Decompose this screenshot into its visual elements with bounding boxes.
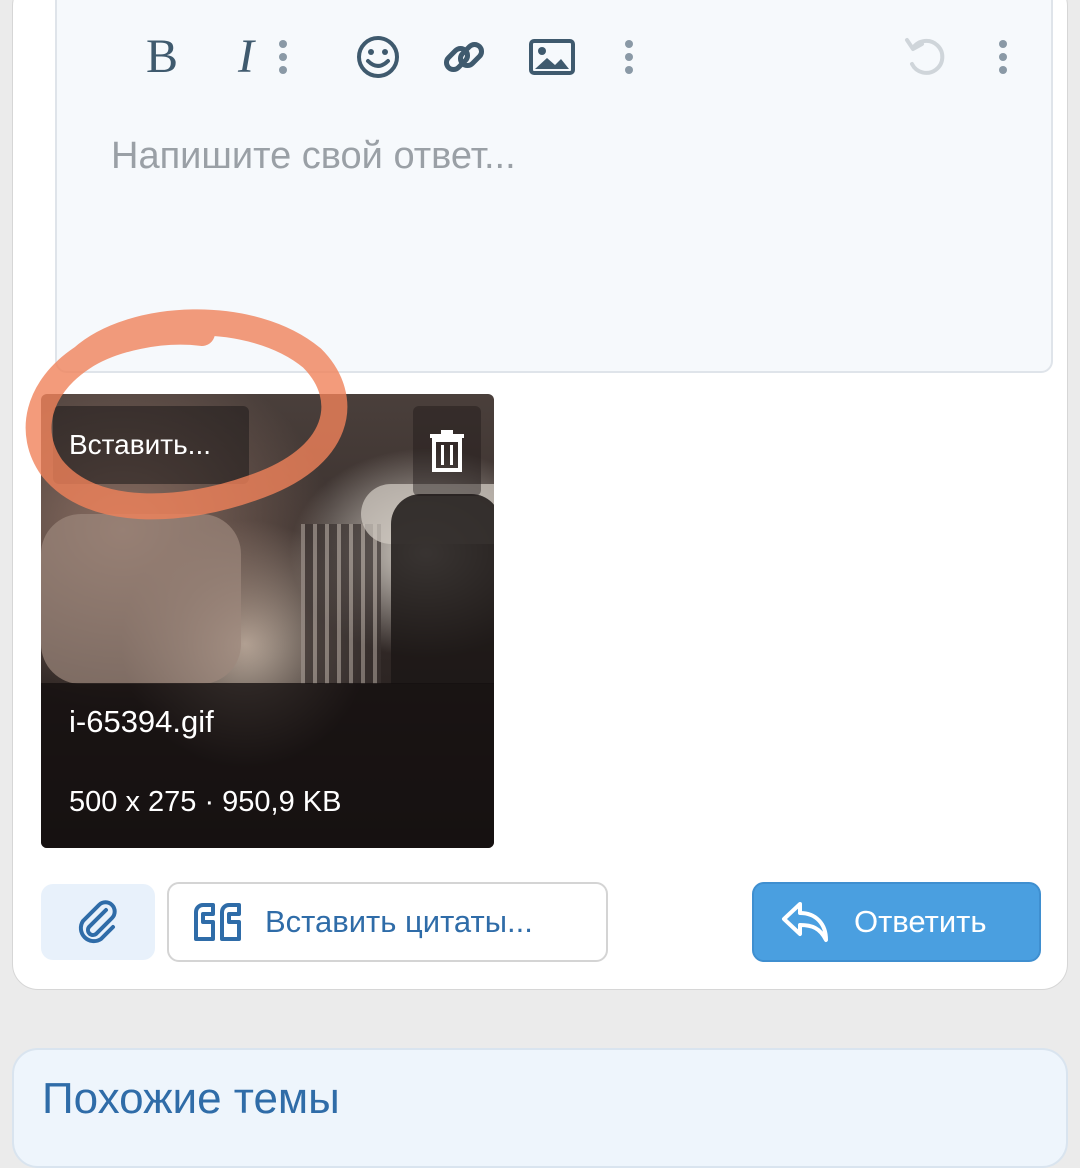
trash-icon	[430, 430, 464, 472]
quote-icon	[194, 903, 241, 941]
reply-button-label: Ответить	[854, 904, 987, 939]
bold-icon: B	[145, 30, 178, 83]
annotation-circle	[25, 309, 348, 520]
paperclip-icon	[78, 900, 117, 944]
emoji-button[interactable]	[353, 27, 403, 87]
insert-quotes-label: Вставить цитаты...	[265, 904, 533, 939]
attach-file-button[interactable]	[41, 884, 155, 960]
reply-arrow-icon	[782, 902, 828, 942]
link-button[interactable]	[439, 27, 489, 87]
smiley-icon	[357, 36, 399, 78]
reply-button[interactable]: Ответить	[752, 882, 1041, 962]
italic-button[interactable]: I	[223, 27, 269, 87]
attachment-filename: i-65394.gif	[69, 704, 214, 739]
undo-icon	[905, 38, 945, 75]
image-button[interactable]	[527, 27, 577, 87]
undo-button[interactable]	[901, 27, 951, 87]
delete-attachment-button[interactable]	[413, 406, 481, 496]
link-icon	[443, 41, 485, 73]
vertical-dots-icon	[999, 40, 1007, 74]
gif-frame-figure	[391, 494, 494, 684]
insert-quotes-button[interactable]: Вставить цитаты...	[167, 882, 608, 962]
attachment-meta: 500 x 275 · 950,9 KB	[69, 786, 342, 818]
image-icon	[529, 39, 575, 75]
more-options-button[interactable]	[993, 27, 1013, 87]
more-insert-options-button[interactable]	[619, 27, 639, 87]
vertical-dots-icon	[279, 40, 287, 74]
italic-icon: I	[238, 30, 254, 83]
editor-placeholder: Напишите свой ответ...	[111, 135, 516, 177]
vertical-dots-icon	[625, 40, 633, 74]
similar-topics-section: Похожие темы	[12, 1048, 1068, 1168]
bold-button[interactable]: B	[137, 27, 187, 87]
more-text-options-button[interactable]	[273, 27, 293, 87]
similar-topics-title: Похожие темы	[42, 1074, 340, 1123]
